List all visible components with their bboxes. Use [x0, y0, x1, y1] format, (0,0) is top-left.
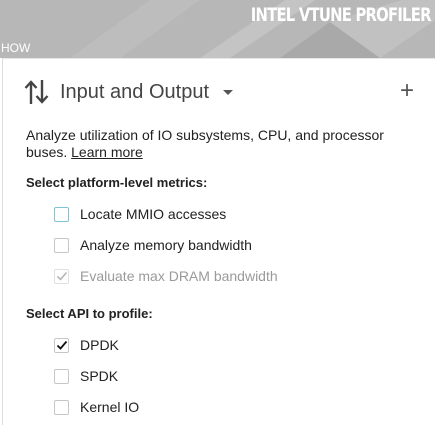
- api-profile-label: Select API to profile:: [26, 306, 153, 321]
- option-label: DPDK: [80, 337, 119, 353]
- brand-logo-text: INTEL VTUNE PROFILER: [251, 4, 432, 26]
- option-locate-mmio[interactable]: Locate MMIO accesses: [54, 205, 226, 223]
- platform-metrics-label: Select platform-level metrics:: [26, 175, 208, 190]
- option-analyze-memory-bandwidth[interactable]: Analyze memory bandwidth: [54, 236, 252, 254]
- checkbox-kernel-io[interactable]: [54, 399, 69, 415]
- checkbox-spdk[interactable]: [54, 368, 69, 384]
- option-label: Kernel IO: [80, 399, 140, 415]
- checkbox-analyze-memory-bandwidth[interactable]: [54, 237, 69, 253]
- option-label: SPDK: [80, 368, 119, 384]
- option-label: Evaluate max DRAM bandwidth: [80, 268, 278, 284]
- option-label: Locate MMIO accesses: [80, 206, 227, 222]
- checkbox-locate-mmio[interactable]: [54, 206, 69, 222]
- learn-more-link[interactable]: Learn more: [71, 144, 143, 160]
- plus-icon[interactable]: +: [400, 79, 414, 103]
- analysis-title[interactable]: Input and Output: [60, 81, 209, 104]
- analysis-title-row: Input and Output: [23, 77, 234, 107]
- checkbox-evaluate-max-dram: [54, 268, 69, 284]
- analysis-description: Analyze utilization of IO subsystems, CP…: [26, 127, 416, 161]
- analysis-panel: Input and Output + Analyze utilization o…: [2, 58, 435, 425]
- app-header: INTEL VTUNE PROFILER HOW: [0, 0, 435, 58]
- option-evaluate-max-dram: Evaluate max DRAM bandwidth: [54, 267, 278, 285]
- caret-down-icon[interactable]: [223, 89, 234, 95]
- option-label: Analyze memory bandwidth: [80, 237, 252, 253]
- sort-arrows-icon: [24, 80, 49, 104]
- option-dpdk[interactable]: DPDK: [54, 336, 119, 354]
- checkbox-dpdk[interactable]: [54, 337, 69, 353]
- option-spdk[interactable]: SPDK: [54, 367, 118, 385]
- checkmark-icon: [56, 340, 67, 350]
- checkmark-icon: [56, 271, 67, 281]
- option-kernel-io[interactable]: Kernel IO: [54, 398, 139, 416]
- how-tab-label[interactable]: HOW: [1, 41, 30, 55]
